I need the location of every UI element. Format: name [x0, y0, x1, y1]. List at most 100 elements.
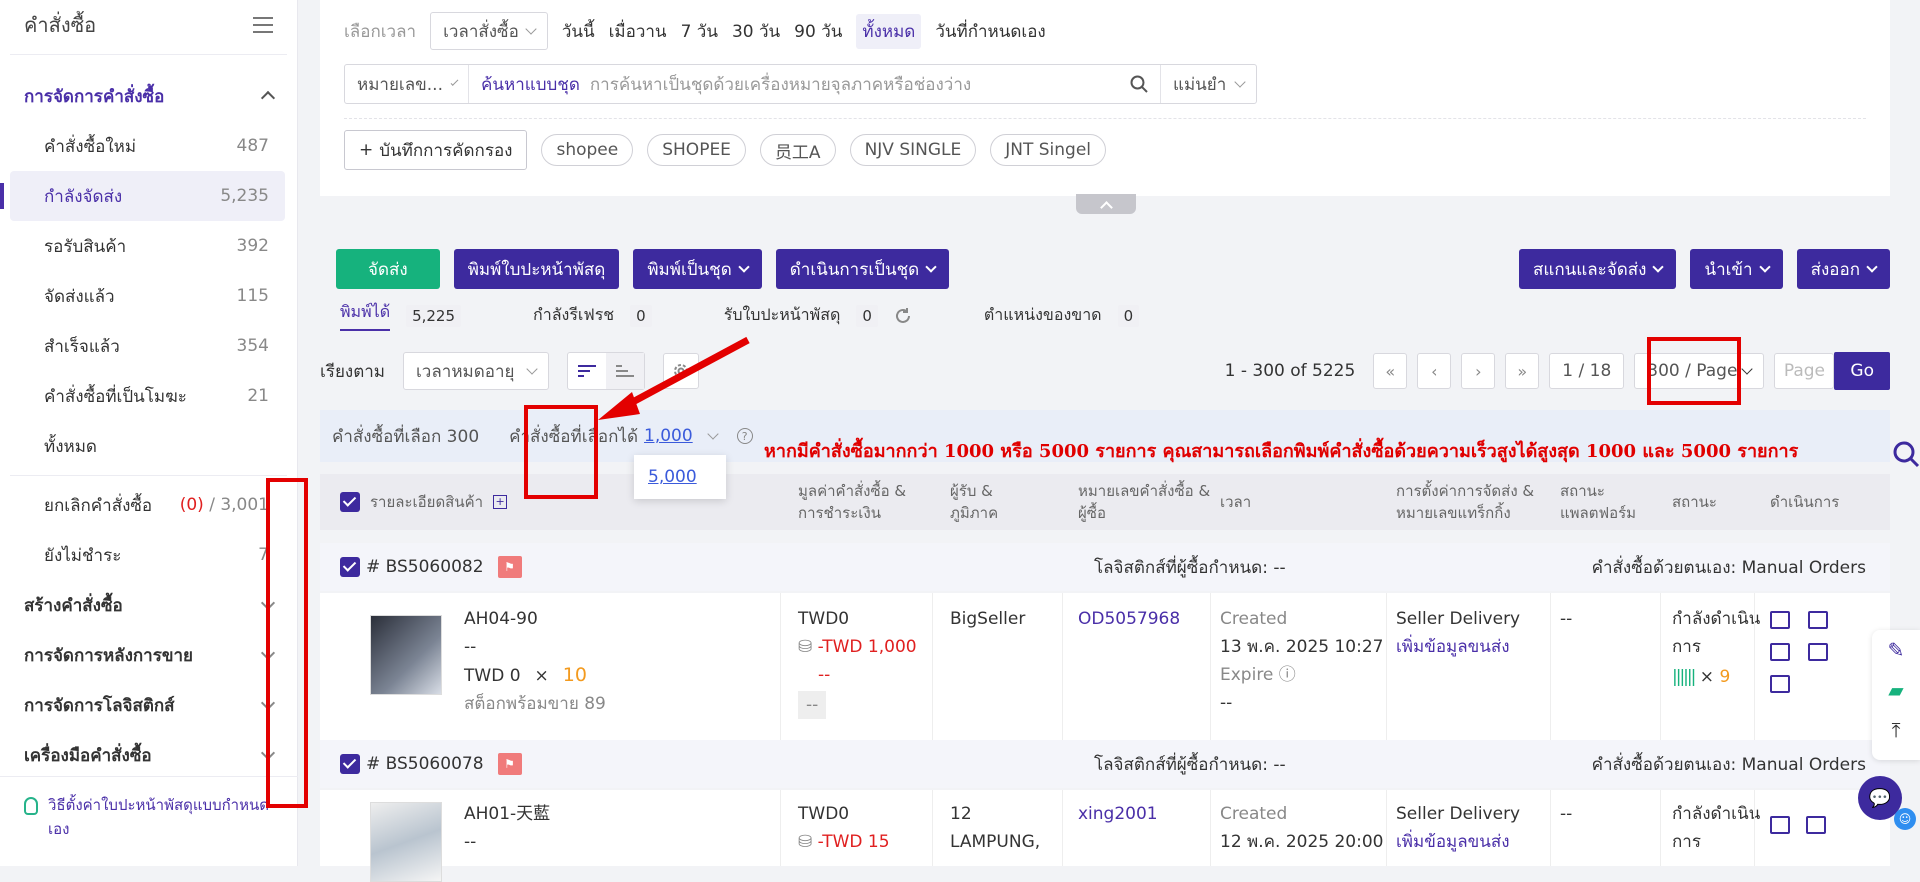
tab-missing-position[interactable]: ตำแหน่งของขาด: [984, 303, 1102, 328]
truck-icon[interactable]: [1770, 816, 1790, 834]
smile-icon[interactable]: ☺: [1894, 808, 1916, 830]
sidebar-item-completed[interactable]: สำเร็จแล้ว 354: [0, 321, 297, 371]
print-label-button[interactable]: พิมพ์ใบปะหน้าพัสดุ: [453, 249, 620, 289]
order-checkbox[interactable]: [340, 557, 360, 577]
document-icon[interactable]: [1806, 816, 1826, 834]
print-batch-button[interactable]: พิมพ์เป็นชุด: [633, 249, 762, 289]
first-page-icon[interactable]: «: [1373, 353, 1408, 389]
time-link-today[interactable]: วันนี้: [562, 18, 595, 45]
prev-page-icon[interactable]: ‹: [1417, 353, 1452, 389]
search-placeholder: การค้นหาเป็นชุดด้วยเครื่องหมายจุลภาคหรือ…: [589, 74, 972, 95]
ship-button[interactable]: จัดส่ง: [336, 249, 440, 289]
flag-icon[interactable]: ⚑: [497, 753, 522, 775]
group-create-order[interactable]: สร้างคำสั่งซื้อ: [0, 580, 297, 630]
divider: [10, 475, 287, 476]
sort-select[interactable]: เวลาหมดอายุ: [403, 352, 549, 390]
note-icon[interactable]: ▰: [1872, 670, 1920, 710]
highlight-box-checkboxes: [266, 478, 308, 808]
select-5000-option[interactable]: 5,000: [648, 467, 697, 487]
sidebar-title: คำสั่งซื้อ: [24, 13, 97, 37]
sidebar-item-cancel[interactable]: ยกเลิกคำสั่งซื้อ (0) / 3,001: [0, 480, 297, 530]
page-input[interactable]: Page: [1774, 353, 1835, 389]
import-button[interactable]: นำเข้า: [1690, 249, 1783, 289]
filter-tag[interactable]: NJV SINGLE: [849, 134, 977, 166]
invoice-icon[interactable]: [1770, 675, 1790, 693]
time-link-90d[interactable]: 90 วัน: [794, 18, 842, 45]
next-page-icon[interactable]: ›: [1461, 353, 1496, 389]
highlight-box-per-page: [1647, 337, 1741, 405]
tab-printable[interactable]: พิมพ์ได้: [340, 300, 391, 331]
truck-icon[interactable]: [1770, 611, 1790, 629]
scan-ship-button[interactable]: สแกนและจัดส่ง: [1519, 249, 1677, 289]
search-icon[interactable]: [1892, 440, 1920, 468]
time-link-7d[interactable]: 7 วัน: [681, 18, 718, 45]
search-type-select[interactable]: หมายเลข...: [345, 65, 469, 103]
time-link-custom[interactable]: วันที่กำหนดเอง: [935, 18, 1045, 45]
filter-tag[interactable]: 员工A: [759, 134, 836, 166]
col-recipient: ผู้รับ & ภูมิภาค: [950, 482, 999, 522]
created-label: Created: [1220, 804, 1288, 824]
group-after-sales[interactable]: การจัดการหลังการขาย: [0, 630, 297, 680]
group-label: เครื่องมือคำสั่งซื้อ: [24, 745, 152, 766]
button-label: ดำเนินการเป็นชุด: [789, 259, 920, 280]
time-link-30d[interactable]: 30 วัน: [732, 18, 780, 45]
group-order-tools[interactable]: เครื่องมือคำสั่งซื้อ: [0, 730, 297, 780]
order-checkbox[interactable]: [340, 754, 360, 774]
tab-get-label[interactable]: รับใบปะหน้าพัสดุ: [724, 303, 841, 328]
time-type-select[interactable]: เวลาสั่งซื้อ: [430, 12, 548, 50]
time-cell: Created 13 พ.ค. 2025 10:27 Expire ⓘ --: [1220, 605, 1383, 717]
item-count: 392: [236, 236, 269, 256]
sidebar-item-shipping[interactable]: กำลังจัดส่ง 5,235: [0, 171, 285, 221]
filter-tag[interactable]: SHOPEE: [647, 134, 746, 166]
match-select[interactable]: แม่นยำ: [1161, 65, 1256, 103]
product-sku[interactable]: AH04-90: [464, 605, 606, 633]
expand-icon[interactable]: +: [493, 495, 508, 509]
sidebar-item-all[interactable]: ทั้งหมด: [0, 421, 297, 471]
sidebar-item-new-orders[interactable]: คำสั่งซื้อใหม่ 487: [0, 121, 297, 171]
last-page-icon[interactable]: »: [1505, 353, 1540, 389]
batch-ops-button[interactable]: ดำเนินการเป็นชุด: [775, 249, 950, 289]
help-link-text[interactable]: วิธีตั้งค่าใบปะหน้าพัสดุแบบกำหนดเอง: [48, 793, 274, 850]
product-sku[interactable]: AH01-天藍: [464, 800, 550, 828]
print-icon[interactable]: [1770, 643, 1790, 661]
help-icon[interactable]: ⓘ: [1273, 665, 1296, 685]
search-icon[interactable]: [1130, 75, 1148, 93]
order-number-link[interactable]: OD5057968: [1078, 605, 1180, 633]
add-shipping-info-link[interactable]: เพิ่มข้อมูลขนส่ง: [1396, 633, 1520, 661]
export-button[interactable]: ส่งออก: [1796, 249, 1890, 289]
go-button[interactable]: Go: [1834, 352, 1890, 390]
save-filter-button[interactable]: + บันทึกการคัดกรอง: [344, 130, 528, 170]
time-link-all[interactable]: ทั้งหมด: [856, 13, 922, 49]
sidebar-item-awaiting-pickup[interactable]: รอรับสินค้า 392: [0, 221, 297, 271]
help-icon[interactable]: ?: [736, 428, 753, 444]
chevron-down-icon: [450, 78, 459, 86]
help-link[interactable]: วิธีตั้งค่าใบปะหน้าพัสดุแบบกำหนดเอง: [0, 776, 298, 866]
coins-icon: ⛁: [798, 637, 818, 657]
comment-icon[interactable]: ✎: [1872, 630, 1920, 670]
sidebar-item-void[interactable]: คำสั่งซื้อที่เป็นโมฆะ 21: [0, 371, 297, 421]
sidebar-item-unpaid[interactable]: ยังไม่ชำระ 7: [0, 530, 297, 580]
barcode-qty: 9: [1719, 667, 1731, 687]
time-link-yesterday[interactable]: เมื่อวาน: [609, 18, 667, 45]
group-order-management[interactable]: การจัดการคำสั่งซื้อ: [0, 71, 297, 121]
select-all-checkbox[interactable]: [340, 492, 360, 512]
refresh-icon[interactable]: [894, 307, 912, 325]
expire-label: Expire: [1220, 665, 1274, 685]
back-to-top-icon[interactable]: ⤒: [1872, 710, 1920, 750]
order-number-link[interactable]: xing2001: [1078, 800, 1158, 828]
filter-tag[interactable]: shopee: [541, 134, 634, 166]
sidebar-item-shipped[interactable]: จัดส่งแล้ว 115: [0, 271, 297, 321]
filter-tag[interactable]: JNT Singel: [990, 134, 1107, 166]
batch-search-label[interactable]: ค้นหาแบบชุด: [481, 71, 580, 98]
tab-refreshing[interactable]: กำลังรีเฟรช: [533, 303, 614, 328]
flag-icon[interactable]: ⚑: [497, 556, 522, 578]
edit-note-icon[interactable]: [1808, 643, 1828, 661]
collapse-filter-button[interactable]: [1076, 194, 1136, 214]
collapse-menu-icon[interactable]: [253, 17, 273, 33]
document-icon[interactable]: [1808, 611, 1828, 629]
add-shipping-info-link[interactable]: เพิ่มข้อมูลขนส่ง: [1396, 828, 1520, 856]
select-1000-option[interactable]: 1,000: [644, 426, 693, 446]
group-logistics[interactable]: การจัดการโลจิสติกส์: [0, 680, 297, 730]
col-delivery: การตั้งค่าการจัดส่ง & หมายเลขแทร็กกิ้ง: [1396, 482, 1535, 522]
search-input[interactable]: ค้นหาแบบชุด การค้นหาเป็นชุดด้วยเครื่องหม…: [469, 65, 1161, 103]
